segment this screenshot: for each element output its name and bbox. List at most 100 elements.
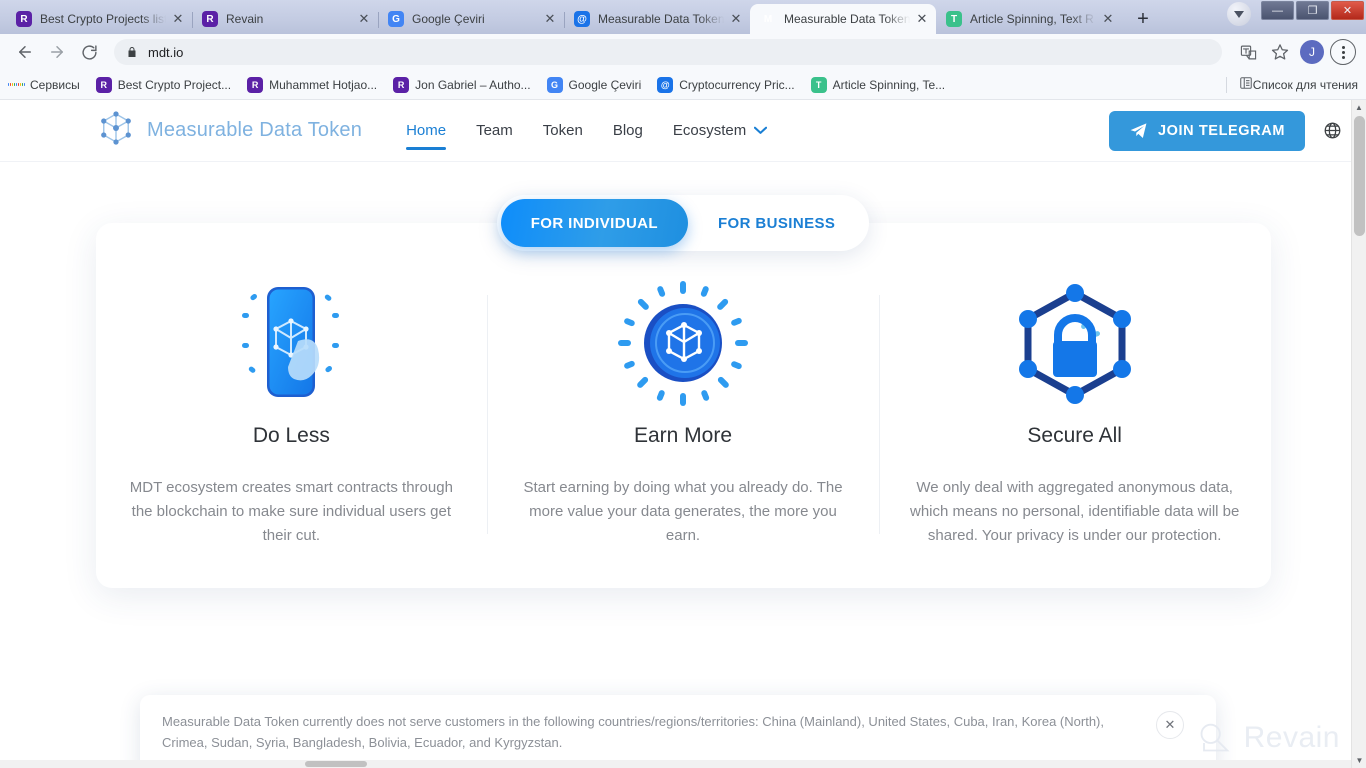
bookmark-label: Muhammet Hotjao... — [269, 77, 378, 92]
bookmark-label: Jon Gabriel – Autho... — [415, 77, 531, 92]
browser-tab[interactable]: T Article Spinning, Text R ✕ — [936, 4, 1122, 34]
browser-tab[interactable]: G Google Çeviri ✕ — [378, 4, 564, 34]
tab-title: Article Spinning, Text R — [970, 12, 1094, 26]
coin-cube-icon — [517, 281, 849, 406]
site-logo[interactable]: Measurable Data Token — [95, 107, 362, 154]
nav-label: Home — [406, 122, 447, 139]
article-icon: T — [810, 76, 827, 93]
nav-label: Team — [476, 122, 513, 139]
close-icon[interactable]: ✕ — [356, 11, 372, 27]
minimize-button[interactable]: — — [1261, 1, 1294, 20]
window-controls: — ❐ ✕ — [1261, 0, 1366, 22]
close-icon[interactable]: ✕ — [1156, 711, 1184, 739]
bookmark-star-icon[interactable] — [1266, 38, 1294, 66]
mdt-icon: @ — [657, 76, 674, 93]
bookmark-item[interactable]: Сервисы — [8, 77, 80, 93]
globe-icon[interactable] — [1323, 121, 1342, 140]
close-window-button[interactable]: ✕ — [1331, 1, 1364, 20]
nav-item-home[interactable]: Home — [406, 100, 447, 162]
article-icon: T — [946, 11, 962, 27]
revain-icon: R — [393, 76, 410, 93]
bookmark-item[interactable]: @ Cryptocurrency Pric... — [657, 76, 795, 93]
revain-icon: R — [16, 11, 32, 27]
nav-item-ecosystem[interactable]: Ecosystem — [672, 100, 768, 162]
tab-for-individual[interactable]: FOR INDIVIDUAL — [500, 199, 688, 247]
maximize-button[interactable]: ❐ — [1296, 1, 1329, 20]
bookmark-label: Сервисы — [30, 77, 80, 92]
new-tab-button[interactable]: + — [1128, 4, 1158, 34]
scroll-up-icon[interactable]: ▲ — [1352, 100, 1366, 115]
gmail-icon: M — [763, 13, 773, 25]
bookmark-item[interactable]: R Jon Gabriel – Autho... — [393, 76, 531, 93]
profile-avatar[interactable]: J — [1300, 40, 1324, 64]
browser-tab[interactable]: @ Measurable Data Token ✕ — [564, 4, 750, 34]
join-telegram-label: JOIN TELEGRAM — [1157, 122, 1285, 139]
card-title: Secure All — [1027, 424, 1122, 447]
horizontal-scrollbar-thumb[interactable] — [305, 761, 367, 767]
tab-divider — [378, 12, 379, 28]
chrome-menu-icon[interactable] — [1330, 39, 1356, 65]
nav-label: Ecosystem — [672, 122, 747, 139]
translate-icon[interactable] — [1234, 38, 1262, 66]
main-navigation: Home Team Token Blog Ecosystem — [406, 100, 797, 162]
tab-divider — [192, 12, 193, 28]
audience-toggle-wrapper: FOR INDIVIDUAL FOR BUSINESS — [0, 195, 1366, 251]
feature-card-earn-more: Earn More Start earning by doing what yo… — [487, 281, 879, 548]
close-icon[interactable]: ✕ — [542, 11, 558, 27]
nav-label: Token — [542, 122, 583, 139]
chevron-down-icon — [754, 124, 768, 138]
close-icon[interactable]: ✕ — [170, 11, 186, 27]
bookmark-item[interactable]: G Google Çeviri — [546, 76, 642, 93]
back-icon[interactable] — [10, 37, 40, 67]
revain-icon: R — [202, 11, 218, 27]
disclaimer-banner: Measurable Data Token currently does not… — [140, 695, 1216, 768]
address-bar[interactable]: mdt.io — [114, 39, 1222, 65]
close-icon[interactable]: ✕ — [1100, 11, 1116, 27]
hexagon-lock-icon — [909, 281, 1241, 406]
bookmark-label: Google Çeviri — [568, 77, 642, 92]
browser-toolbar: mdt.io J — [0, 34, 1366, 70]
google-translate-icon: G — [388, 11, 404, 27]
bookmark-item[interactable]: R Muhammet Hotjao... — [247, 76, 378, 93]
card-body: MDT ecosystem creates smart contracts th… — [129, 479, 453, 544]
join-telegram-button[interactable]: JOIN TELEGRAM — [1108, 110, 1305, 151]
bookmarks-bar: Сервисы R Best Crypto Project... R Muham… — [0, 70, 1366, 100]
site-header: Measurable Data Token Home Team Token Bl… — [0, 100, 1366, 162]
feature-cards: Do Less MDT ecosystem creates smart cont… — [95, 223, 1271, 588]
telegram-icon — [1129, 121, 1148, 140]
tab-title: Best Crypto Projects list — [40, 12, 166, 26]
nav-item-token[interactable]: Token — [543, 100, 583, 162]
nav-label: Blog — [612, 122, 643, 139]
nav-item-blog[interactable]: Blog — [613, 100, 643, 162]
tab-title: Revain — [226, 12, 264, 26]
reading-list-label: Список для чтения — [1252, 77, 1358, 92]
tab-title: Measurable Data Token — [598, 12, 724, 26]
forward-icon[interactable] — [42, 37, 72, 67]
revain-icon: R — [247, 76, 264, 93]
browser-tab[interactable]: R Best Crypto Projects list ✕ — [6, 4, 192, 34]
bookmark-item[interactable]: R Best Crypto Project... — [95, 76, 232, 93]
bookmark-label: Best Crypto Project... — [117, 77, 232, 92]
revain-icon: R — [95, 76, 112, 93]
horizontal-scrollbar[interactable] — [0, 760, 1351, 768]
scroll-down-icon[interactable]: ▼ — [1352, 753, 1366, 768]
header-actions: JOIN TELEGRAM — [1108, 110, 1342, 151]
reading-list-button[interactable]: Список для чтения — [1225, 76, 1358, 93]
phone-tap-cube-icon — [126, 281, 458, 406]
browser-window: R Best Crypto Projects list ✕ R Revain ✕… — [0, 0, 1366, 768]
tab-title: Google Çeviri — [412, 12, 485, 26]
reading-list-icon — [1239, 76, 1253, 93]
feature-card-do-less: Do Less MDT ecosystem creates smart cont… — [96, 281, 488, 548]
close-icon[interactable]: ✕ — [914, 11, 930, 27]
chrome-overflow-icon[interactable] — [1227, 2, 1251, 26]
bookmark-item[interactable]: T Article Spinning, Te... — [810, 76, 945, 93]
address-text: mdt.io — [148, 44, 184, 60]
reload-icon[interactable] — [74, 37, 104, 67]
tab-for-business[interactable]: FOR BUSINESS — [688, 199, 865, 247]
tab-title: Measurable Data Token — [784, 12, 910, 26]
nav-item-team[interactable]: Team — [476, 100, 513, 162]
divider — [1225, 76, 1227, 93]
browser-tab-active[interactable]: M Measurable Data Token ✕ — [750, 4, 936, 34]
close-icon[interactable]: ✕ — [728, 11, 744, 27]
browser-tab[interactable]: R Revain ✕ — [192, 4, 378, 34]
